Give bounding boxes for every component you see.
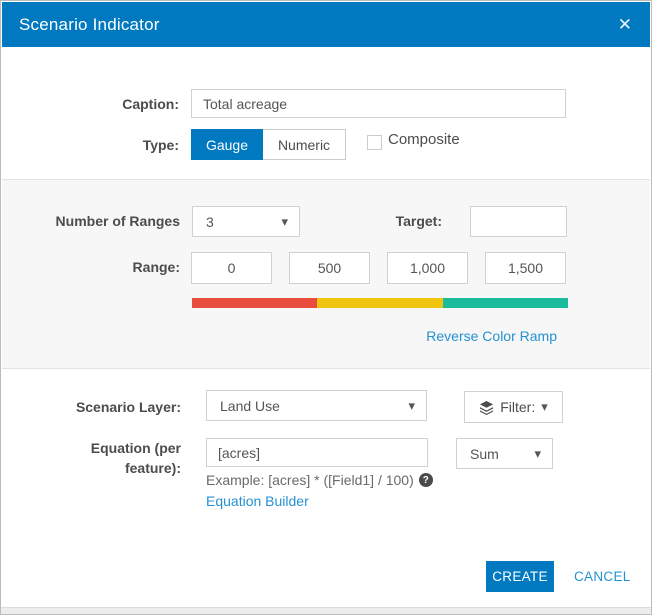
scenario-indicator-dialog: Scenario Indicator ✕ Caption: Type: Gaug… — [0, 0, 652, 615]
color-ramp-segment-yellow — [317, 298, 443, 308]
chevron-down-icon: ▾ — [534, 445, 541, 461]
dialog-bottom-strip — [1, 607, 651, 614]
range-label: Range: — [132, 259, 180, 275]
range-input-4[interactable] — [485, 252, 566, 284]
type-label: Type: — [142, 137, 179, 153]
chevron-down-icon: ▾ — [408, 397, 415, 413]
equation-label-line2: feature): — [124, 460, 181, 476]
layers-icon — [479, 400, 494, 415]
equation-builder-link[interactable]: Equation Builder — [206, 493, 309, 509]
aggregation-dropdown[interactable]: Sum ▾ — [456, 438, 553, 469]
reverse-color-ramp-wrap: Reverse Color Ramp — [2, 328, 557, 346]
ranges-panel: Number of Ranges 3 ▾ Target: Range: Reve… — [2, 179, 650, 369]
range-input-1[interactable] — [191, 252, 272, 284]
equation-input[interactable] — [206, 438, 428, 467]
dialog-header: Scenario Indicator ✕ — [2, 2, 650, 47]
target-label: Target: — [395, 213, 442, 229]
create-button[interactable]: CREATE — [486, 561, 554, 592]
scenario-layer-value: Land Use — [220, 397, 280, 414]
composite-label: Composite — [388, 131, 460, 148]
range-input-3[interactable] — [387, 252, 468, 284]
type-numeric-button[interactable]: Numeric — [263, 129, 346, 160]
help-icon[interactable]: ? — [418, 473, 433, 487]
equation-example-row: Example: [acres] * ([Field1] / 100) ? — [206, 472, 433, 488]
color-ramp-segment-red — [192, 298, 318, 308]
composite-checkbox[interactable] — [367, 135, 382, 150]
color-ramp — [192, 298, 568, 308]
scenario-layer-dropdown[interactable]: Land Use ▾ — [206, 390, 427, 421]
dialog-title: Scenario Indicator — [19, 14, 160, 34]
filter-button[interactable]: Filter: ▾ — [464, 391, 563, 423]
caption-label: Caption: — [122, 96, 179, 112]
close-icon[interactable]: ✕ — [612, 2, 638, 47]
target-input[interactable] — [470, 206, 567, 237]
color-ramp-segment-green — [442, 298, 568, 308]
type-gauge-button[interactable]: Gauge — [191, 129, 263, 160]
scenario-layer-label: Scenario Layer: — [75, 399, 181, 415]
filter-label: Filter: — [500, 399, 536, 415]
equation-label-line1: Equation (per — [90, 440, 181, 456]
equation-label: Equation (per feature): — [1, 438, 181, 478]
range-input-2[interactable] — [289, 252, 370, 284]
equation-example-text: Example: [acres] * ([Field1] / 100) — [206, 472, 414, 488]
cancel-button[interactable]: CANCEL — [574, 569, 631, 584]
caption-input[interactable] — [191, 89, 566, 118]
aggregation-value: Sum — [470, 445, 499, 462]
reverse-color-ramp-link[interactable]: Reverse Color Ramp — [426, 328, 557, 344]
chevron-down-icon: ▾ — [541, 399, 548, 414]
